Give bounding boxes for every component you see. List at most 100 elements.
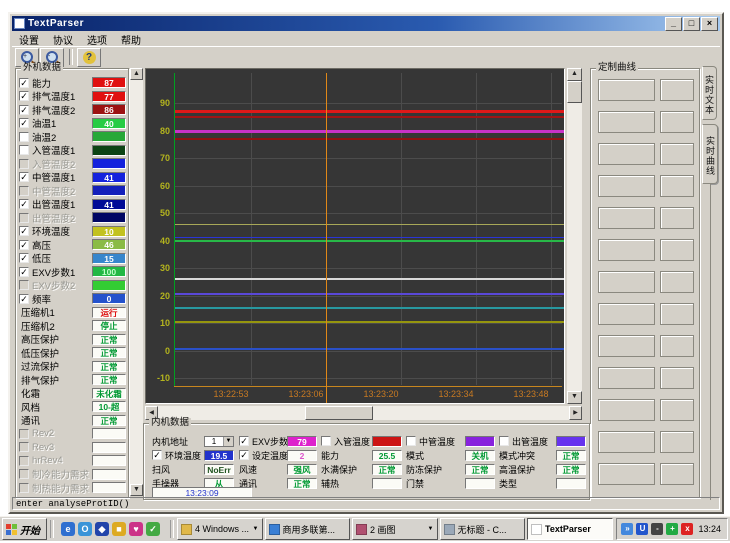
custom-curve-value-slot[interactable] bbox=[660, 431, 694, 453]
indoor-address-dropdown[interactable]: 1▼ bbox=[204, 436, 234, 447]
checkbox-hrRev4[interactable] bbox=[19, 456, 29, 466]
checkbox-中管温度[interactable] bbox=[406, 436, 416, 446]
checkbox-中管温度1[interactable]: ✓ bbox=[19, 172, 29, 182]
checkbox-排气温度2[interactable]: ✓ bbox=[19, 105, 29, 115]
scroll-up-arrow-icon[interactable]: ▲ bbox=[130, 68, 143, 80]
checkbox-EXV步数1[interactable]: ✓ bbox=[19, 267, 29, 277]
checkbox-油温2[interactable] bbox=[19, 132, 29, 142]
quick-launch-icon-4[interactable]: ■ bbox=[112, 522, 126, 536]
custom-curve-slot[interactable] bbox=[598, 239, 655, 261]
menu-item-1[interactable]: 设置 bbox=[12, 32, 46, 47]
checkbox-EXV步数[interactable]: ✓ bbox=[239, 436, 249, 446]
checkbox-制热能力需求[interactable] bbox=[19, 483, 29, 493]
chart-vertical-scrollbar[interactable]: ▲▼ bbox=[567, 68, 582, 404]
quick-launch-icon-3[interactable]: ◆ bbox=[95, 522, 109, 536]
menu-item-3[interactable]: 选项 bbox=[80, 32, 114, 47]
custom-curve-slot[interactable] bbox=[598, 399, 655, 421]
custom-curve-value-slot[interactable] bbox=[660, 335, 694, 357]
checkbox-Rev2[interactable] bbox=[19, 429, 29, 439]
quick-launch-icon-2[interactable]: O bbox=[78, 522, 92, 536]
quick-launch-icon-5[interactable]: ♥ bbox=[129, 522, 143, 536]
scroll-down-arrow-icon[interactable]: ▼ bbox=[567, 391, 582, 404]
tray-icon-3[interactable]: - bbox=[651, 523, 663, 535]
task-button-2[interactable]: 商用多联第... bbox=[265, 518, 351, 540]
custom-curve-slot[interactable] bbox=[598, 463, 655, 485]
checkbox-中管温度2[interactable] bbox=[19, 186, 29, 196]
minimize-button[interactable]: _ bbox=[665, 17, 682, 31]
checkbox-制冷能力需求[interactable] bbox=[19, 469, 29, 479]
custom-curve-value-slot[interactable] bbox=[660, 239, 694, 261]
chart-horizontal-scrollbar[interactable]: ◀▶ bbox=[145, 406, 582, 420]
custom-curve-slot[interactable] bbox=[598, 143, 655, 165]
custom-curve-slot[interactable] bbox=[598, 271, 655, 293]
checkbox-EXV步数2[interactable] bbox=[19, 280, 29, 290]
scroll-up-arrow-icon[interactable]: ▲ bbox=[567, 68, 582, 81]
custom-curve-value-slot[interactable] bbox=[660, 303, 694, 325]
checkbox-设定温度[interactable]: ✓ bbox=[239, 450, 249, 460]
custom-curve-slot[interactable] bbox=[598, 335, 655, 357]
custom-curve-slot[interactable] bbox=[598, 79, 655, 101]
close-button[interactable]: × bbox=[701, 17, 718, 31]
tab-实时文本[interactable]: 实时文本 bbox=[702, 66, 717, 120]
scrollbar-thumb[interactable] bbox=[567, 81, 582, 103]
custom-curve-slot[interactable] bbox=[598, 175, 655, 197]
start-button[interactable]: 开始 bbox=[2, 518, 47, 540]
custom-curve-slot[interactable] bbox=[598, 111, 655, 133]
custom-curve-slot[interactable] bbox=[598, 207, 655, 229]
tab-实时曲线[interactable]: 实时曲线 bbox=[702, 124, 718, 184]
custom-curve-value-slot[interactable] bbox=[660, 79, 694, 101]
checkbox-入管温度1[interactable] bbox=[19, 145, 29, 155]
scrollbar-track[interactable] bbox=[130, 68, 143, 496]
scroll-right-arrow-icon[interactable]: ▶ bbox=[569, 406, 582, 420]
custom-curve-value-slot[interactable] bbox=[660, 175, 694, 197]
checkbox-能力[interactable]: ✓ bbox=[19, 78, 29, 88]
custom-curve-value-slot[interactable] bbox=[660, 463, 694, 485]
tray-icon-5[interactable]: x bbox=[681, 523, 693, 535]
chevron-down-icon[interactable]: ▼ bbox=[223, 437, 233, 446]
quick-launch-icon-6[interactable]: ✓ bbox=[146, 522, 160, 536]
chart-cursor-line[interactable] bbox=[326, 73, 327, 403]
checkbox-入管温度[interactable] bbox=[321, 436, 331, 446]
checkbox-频率[interactable]: ✓ bbox=[19, 294, 29, 304]
chevron-down-icon[interactable]: ▼ bbox=[253, 526, 259, 532]
quick-launch-icon-1[interactable]: e bbox=[61, 522, 75, 536]
checkbox-排气温度1[interactable]: ✓ bbox=[19, 91, 29, 101]
checkbox-环境温度[interactable]: ✓ bbox=[19, 226, 29, 236]
checkbox-出管温度2[interactable] bbox=[19, 213, 29, 223]
custom-curve-slot[interactable] bbox=[598, 367, 655, 389]
chevron-down-icon[interactable]: ▼ bbox=[428, 526, 434, 532]
custom-curve-value-slot[interactable] bbox=[660, 111, 694, 133]
custom-curve-slot[interactable] bbox=[598, 431, 655, 453]
tray-icon-4[interactable]: + bbox=[666, 523, 678, 535]
custom-curve-value-slot[interactable] bbox=[660, 367, 694, 389]
tray-icon-1[interactable]: » bbox=[621, 523, 633, 535]
checkbox-出管温度1[interactable]: ✓ bbox=[19, 199, 29, 209]
task-button-1[interactable]: 4 Windows ...▼ bbox=[177, 518, 263, 540]
scroll-down-arrow-icon[interactable]: ▼ bbox=[130, 484, 143, 496]
scrollbar-track[interactable] bbox=[567, 68, 582, 404]
help-button[interactable]: ? bbox=[77, 48, 101, 67]
title-bar[interactable]: TextParser _ □ × bbox=[12, 16, 720, 31]
custom-curve-value-slot[interactable] bbox=[660, 143, 694, 165]
checkbox-油温1[interactable]: ✓ bbox=[19, 118, 29, 128]
checkbox-Rev3[interactable] bbox=[19, 442, 29, 452]
task-button-4[interactable]: 无标题 - C... bbox=[440, 518, 526, 540]
task-button-3[interactable]: 2 画图▼ bbox=[352, 518, 438, 540]
outdoor-scrollbar[interactable]: ▲▼ bbox=[130, 68, 143, 496]
checkbox-出管温度[interactable] bbox=[499, 436, 509, 446]
task-button-5[interactable]: TextParser bbox=[527, 518, 613, 540]
menu-item-4[interactable]: 帮助 bbox=[114, 32, 148, 47]
scrollbar-thumb[interactable] bbox=[305, 406, 373, 420]
custom-curve-value-slot[interactable] bbox=[660, 271, 694, 293]
checkbox-入管温度2[interactable] bbox=[19, 159, 29, 169]
maximize-button[interactable]: □ bbox=[683, 17, 700, 31]
checkbox-低压[interactable]: ✓ bbox=[19, 253, 29, 263]
chart-plot[interactable]: 9080706050403020100-1013:22:5313:23:0613… bbox=[145, 68, 565, 404]
custom-curve-value-slot[interactable] bbox=[660, 207, 694, 229]
tray-icon-2[interactable]: U bbox=[636, 523, 648, 535]
checkbox-高压[interactable]: ✓ bbox=[19, 240, 29, 250]
custom-curve-value-slot[interactable] bbox=[660, 399, 694, 421]
checkbox-环境温度[interactable]: ✓ bbox=[152, 450, 162, 460]
custom-curve-slot[interactable] bbox=[598, 303, 655, 325]
menu-item-2[interactable]: 协议 bbox=[46, 32, 80, 47]
